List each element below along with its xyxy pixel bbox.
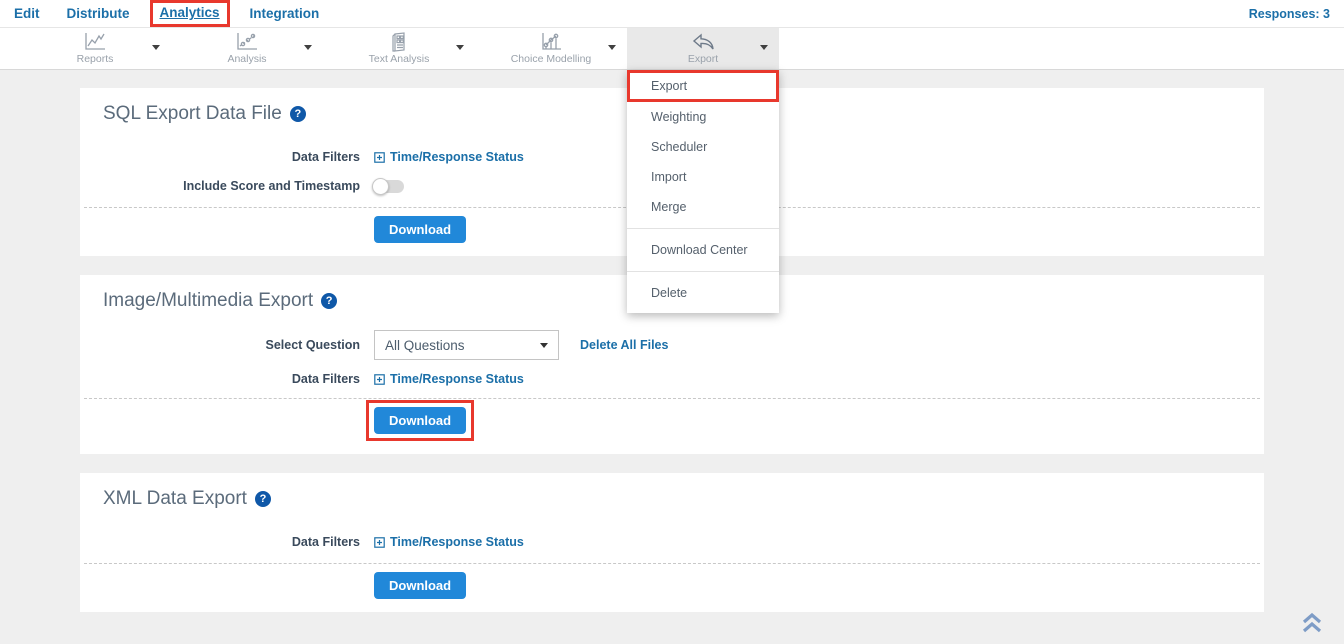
toggle-knob (372, 178, 389, 195)
toolbar-item-label: Analysis (227, 53, 266, 65)
menu-item-export[interactable]: Export (627, 70, 779, 102)
menu-divider (627, 271, 779, 272)
nav-item-edit[interactable]: Edit (14, 6, 40, 21)
toolbar-item-label: Choice Modelling (511, 53, 592, 65)
section-title-sql-export: SQL Export Data File (103, 103, 282, 125)
analytics-toolbar: Reports Analysis Text Analysis (0, 28, 1344, 70)
time-response-status-link[interactable]: Time/Response Status (374, 150, 524, 164)
top-navigation: Edit Distribute Analytics Integration Re… (0, 0, 1344, 28)
toolbar-item-analysis[interactable]: Analysis (171, 28, 323, 69)
export-dropdown-menu: Export Weighting Scheduler Import Merge … (627, 70, 779, 313)
time-response-status-label: Time/Response Status (390, 372, 524, 386)
plus-square-icon (374, 152, 385, 163)
scroll-to-top-button[interactable] (1300, 612, 1324, 639)
time-response-status-label: Time/Response Status (390, 535, 524, 549)
dashed-divider (84, 563, 1260, 564)
menu-item-merge[interactable]: Merge (627, 192, 779, 222)
plus-square-icon (374, 537, 385, 548)
responses-count[interactable]: Responses: 3 (1249, 7, 1330, 21)
menu-item-import[interactable]: Import (627, 162, 779, 192)
include-score-label: Include Score and Timestamp (80, 179, 360, 193)
double-chevron-up-icon (1300, 621, 1324, 638)
menu-item-weighting[interactable]: Weighting (627, 102, 779, 132)
annotation-box-download: Download (366, 400, 474, 441)
menu-divider (627, 228, 779, 229)
document-icon (389, 32, 409, 52)
plus-square-icon (374, 374, 385, 385)
menu-item-delete[interactable]: Delete (627, 278, 779, 308)
toolbar-item-label: Export (688, 53, 718, 65)
toolbar-item-text-analysis[interactable]: Text Analysis (323, 28, 475, 69)
help-icon[interactable]: ? (290, 106, 306, 122)
chevron-down-icon[interactable] (304, 45, 312, 50)
data-filters-label: Data Filters (80, 535, 360, 549)
xml-download-button[interactable]: Download (374, 572, 466, 599)
toolbar-item-label: Reports (77, 53, 114, 65)
scatter-chart-icon (235, 32, 259, 52)
chevron-down-icon[interactable] (608, 45, 616, 50)
time-response-status-link[interactable]: Time/Response Status (374, 372, 524, 386)
dot-chart-icon (539, 32, 563, 52)
line-chart-icon (83, 32, 107, 52)
delete-all-files-link[interactable]: Delete All Files (580, 338, 668, 352)
image-download-button[interactable]: Download (374, 407, 466, 434)
help-icon[interactable]: ? (255, 491, 271, 507)
chevron-down-icon[interactable] (456, 45, 464, 50)
time-response-status-link[interactable]: Time/Response Status (374, 535, 524, 549)
question-select[interactable]: All Questions (374, 330, 559, 360)
nav-item-distribute[interactable]: Distribute (67, 6, 130, 21)
data-filters-label: Data Filters (80, 372, 360, 386)
toolbar-item-export[interactable]: Export (627, 28, 779, 69)
nav-left-group: Edit Distribute Analytics Integration (14, 2, 346, 25)
nav-item-integration[interactable]: Integration (250, 6, 320, 21)
annotation-box-analytics: Analytics (150, 0, 230, 27)
nav-item-analytics[interactable]: Analytics (160, 5, 220, 20)
caret-down-icon (540, 343, 548, 348)
chevron-down-icon[interactable] (760, 45, 768, 50)
section-title-image-export: Image/Multimedia Export (103, 290, 313, 312)
dashed-divider (84, 398, 1260, 399)
section-title-xml-export: XML Data Export (103, 488, 247, 510)
reply-arrow-icon (691, 32, 715, 52)
data-filters-label: Data Filters (80, 150, 360, 164)
toolbar-item-reports[interactable]: Reports (19, 28, 171, 69)
select-question-label: Select Question (80, 338, 360, 352)
xml-data-export-section: XML Data Export ? Data Filters Time/Resp… (80, 473, 1264, 612)
menu-item-scheduler[interactable]: Scheduler (627, 132, 779, 162)
chevron-down-icon[interactable] (152, 45, 160, 50)
toolbar-item-label: Text Analysis (369, 53, 430, 65)
menu-item-download-center[interactable]: Download Center (627, 235, 779, 265)
sql-download-button[interactable]: Download (374, 216, 466, 243)
include-score-toggle[interactable] (374, 180, 404, 193)
time-response-status-label: Time/Response Status (390, 150, 524, 164)
toolbar-item-choice-modelling[interactable]: Choice Modelling (475, 28, 627, 69)
question-select-value: All Questions (385, 338, 465, 353)
help-icon[interactable]: ? (321, 293, 337, 309)
